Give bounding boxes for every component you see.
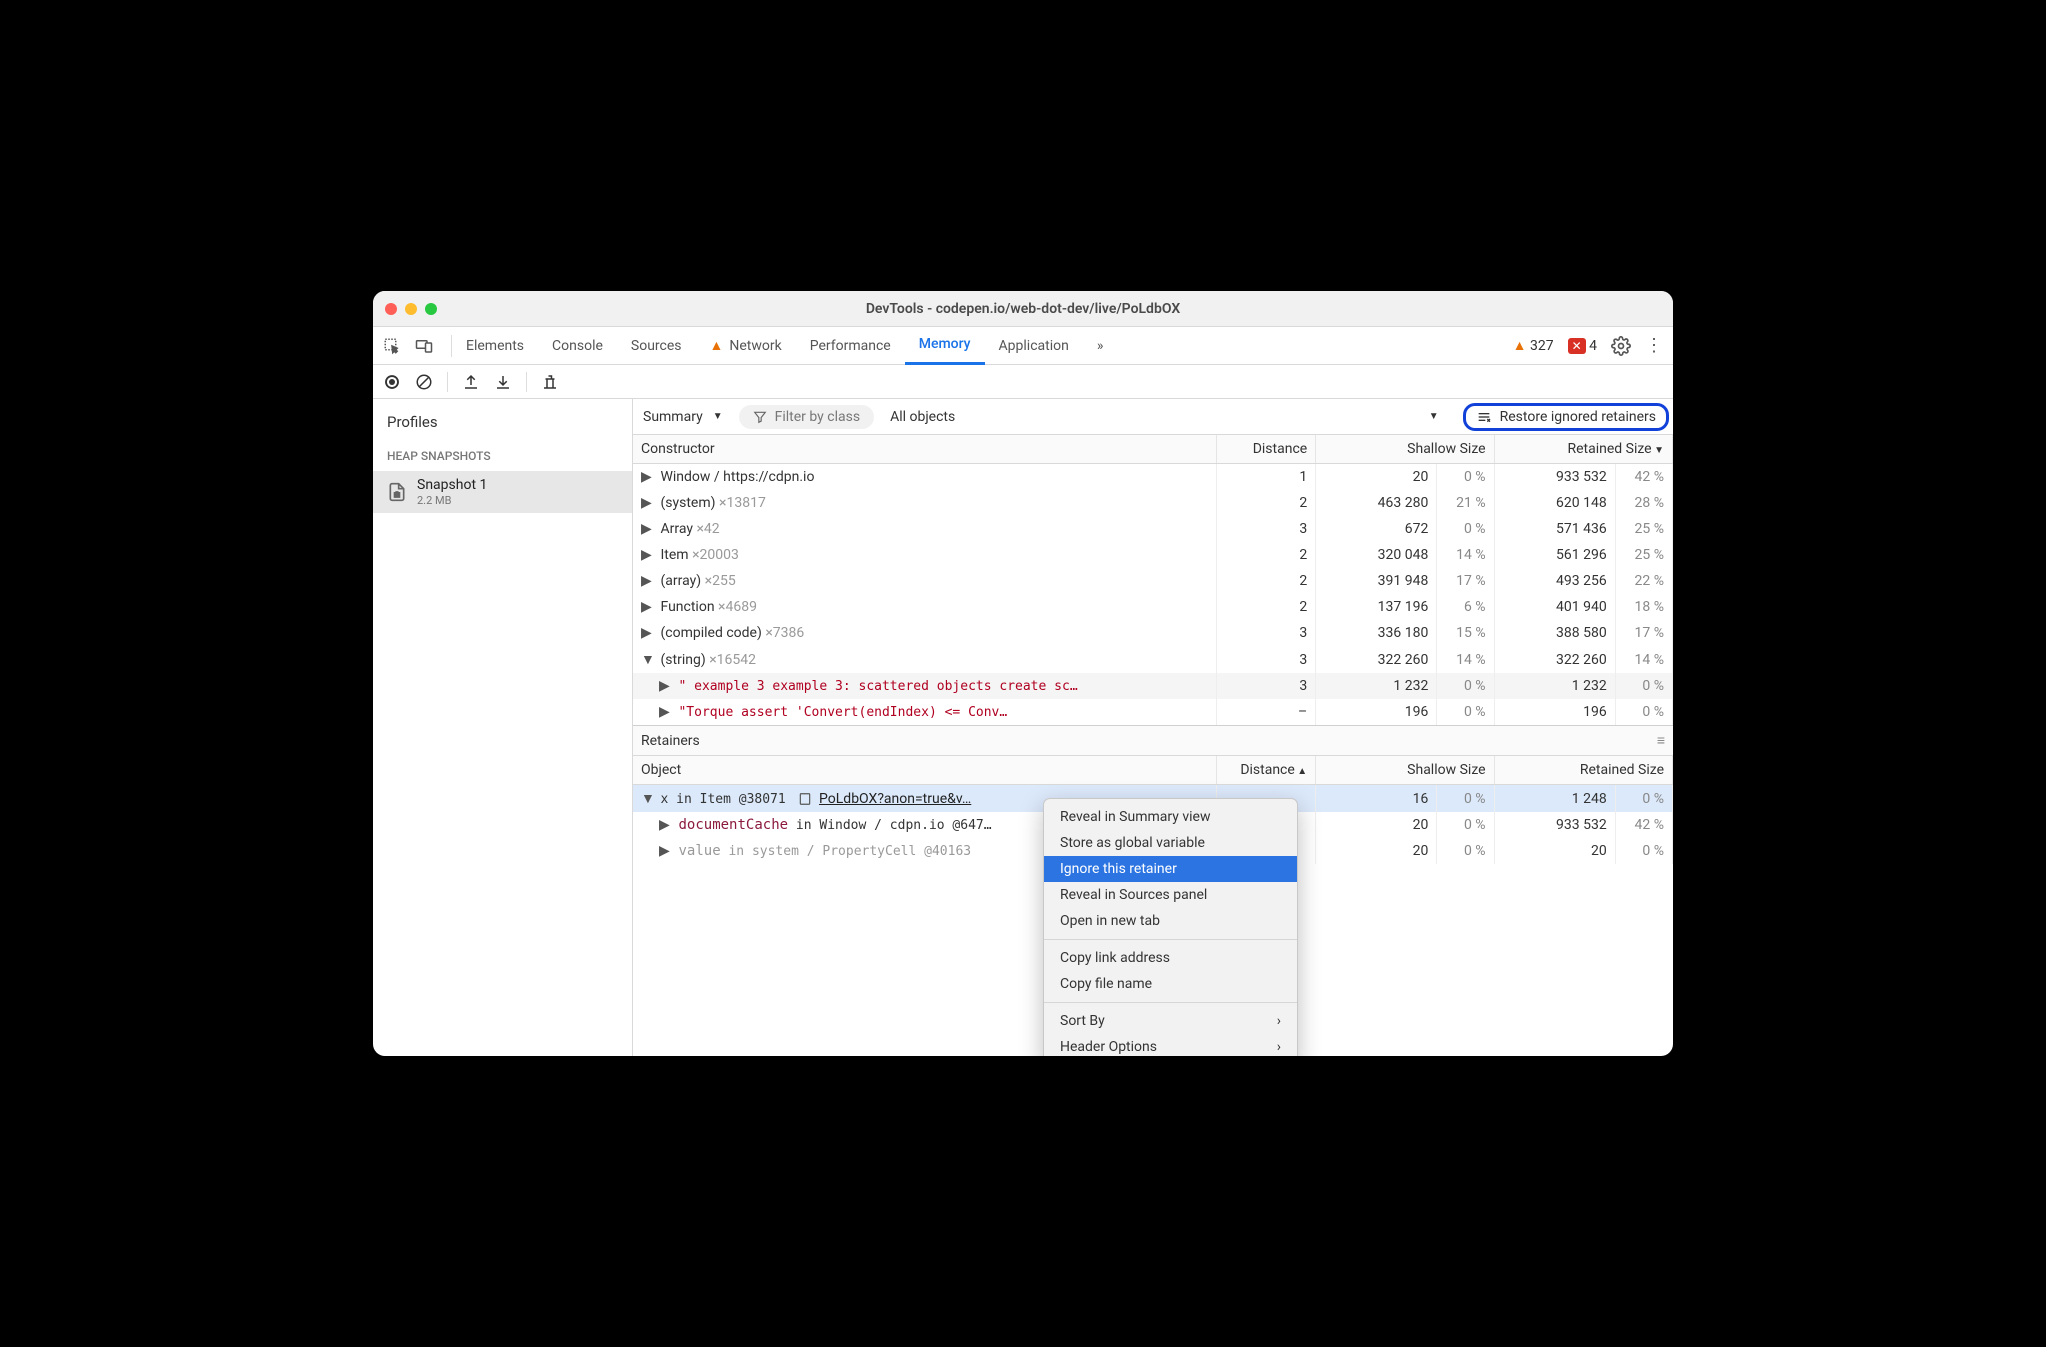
inspect-icon[interactable] bbox=[383, 337, 401, 355]
scope-chevron-icon[interactable]: ▼ bbox=[1429, 411, 1439, 422]
context-menu-item[interactable]: Reveal in Summary view bbox=[1044, 804, 1297, 830]
main-panel: Summary ▼ Filter by class All objects ▼ … bbox=[633, 399, 1673, 1056]
filter-icon bbox=[753, 410, 767, 424]
col-object-header[interactable]: Object bbox=[633, 756, 1217, 785]
save-profile-icon[interactable] bbox=[494, 373, 512, 391]
snapshot-name: Snapshot 1 bbox=[417, 477, 487, 494]
tab-elements[interactable]: Elements bbox=[452, 327, 538, 365]
table-row[interactable]: ▶ (system) ×138172463 28021 %620 14828 % bbox=[633, 490, 1673, 516]
minimize-light[interactable] bbox=[405, 303, 417, 315]
table-row[interactable]: ▶ Function ×46892137 1966 %401 94018 % bbox=[633, 594, 1673, 620]
tab-sources[interactable]: Sources bbox=[617, 327, 696, 365]
table-row[interactable]: ▼ (string) ×165423322 26014 %322 26014 % bbox=[633, 646, 1673, 673]
tab-application[interactable]: Application bbox=[985, 327, 1083, 365]
tab-performance[interactable]: Performance bbox=[796, 327, 905, 365]
zoom-light[interactable] bbox=[425, 303, 437, 315]
context-menu-item[interactable]: Ignore this retainer bbox=[1044, 856, 1297, 882]
table-row[interactable]: ▶ (array) ×2552391 94817 %493 25622 % bbox=[633, 568, 1673, 594]
context-menu-item[interactable]: Header Options› bbox=[1044, 1034, 1297, 1056]
context-menu-item[interactable]: Copy link address bbox=[1044, 945, 1297, 971]
record-icon[interactable] bbox=[383, 373, 401, 391]
warnings-indicator[interactable]: ▲ 327 bbox=[1513, 337, 1554, 354]
table-row[interactable]: ▶ Window / https://cdpn.io 1200 %933 532… bbox=[633, 464, 1673, 491]
heap-toolbar: Summary ▼ Filter by class All objects ▼ … bbox=[633, 399, 1673, 435]
col-constructor-header[interactable]: Constructor bbox=[633, 435, 1217, 464]
col-shallow-header[interactable]: Shallow Size bbox=[1316, 435, 1494, 464]
context-menu-item[interactable]: Reveal in Sources panel bbox=[1044, 882, 1297, 908]
tab-memory[interactable]: Memory bbox=[905, 327, 985, 365]
col-shallow-header-2[interactable]: Shallow Size bbox=[1316, 756, 1494, 785]
snapshot-icon bbox=[387, 482, 407, 502]
load-profile-icon[interactable] bbox=[462, 373, 480, 391]
heap-snapshots-label: HEAP SNAPSHOTS bbox=[373, 441, 632, 471]
col-retained-header-2[interactable]: Retained Size bbox=[1494, 756, 1672, 785]
col-distance-header[interactable]: Distance bbox=[1217, 435, 1316, 464]
memory-toolstrip bbox=[373, 365, 1673, 399]
context-menu-item[interactable]: Store as global variable bbox=[1044, 830, 1297, 856]
kebab-menu-icon[interactable]: ⋮ bbox=[1645, 335, 1663, 356]
filter-input[interactable]: Filter by class bbox=[739, 405, 874, 429]
main-tabstrip: ElementsConsoleSources▲NetworkPerformanc… bbox=[373, 327, 1673, 365]
tab-network[interactable]: ▲Network bbox=[696, 327, 796, 365]
context-menu-item[interactable]: Copy file name bbox=[1044, 971, 1297, 997]
constructors-table: Constructor Distance Shallow Size Retain… bbox=[633, 435, 1673, 725]
retainers-header: Retainers ≡ bbox=[633, 725, 1673, 756]
profiles-sidebar: Profiles HEAP SNAPSHOTS Snapshot 1 2.2 M… bbox=[373, 399, 633, 1056]
scope-dropdown[interactable]: All objects bbox=[890, 409, 955, 425]
table-row[interactable]: ▶ "Torque assert 'Convert(endIndex) <= C… bbox=[633, 699, 1673, 725]
table-row[interactable]: ▶ " example 3 example 3: scattered objec… bbox=[633, 673, 1673, 699]
snapshot-item[interactable]: Snapshot 1 2.2 MB bbox=[373, 471, 632, 513]
document-icon bbox=[798, 792, 812, 806]
table-row[interactable]: ▶ Array ×4236720 %571 43625 % bbox=[633, 516, 1673, 542]
delete-icon[interactable] bbox=[541, 373, 559, 391]
table-row[interactable]: ▶ Item ×200032320 04814 %561 29625 % bbox=[633, 542, 1673, 568]
context-menu-item[interactable]: Open in new tab bbox=[1044, 908, 1297, 934]
window-title: DevTools - codepen.io/web-dot-dev/live/P… bbox=[373, 301, 1673, 317]
tab-console[interactable]: Console bbox=[538, 327, 617, 365]
titlebar: DevTools - codepen.io/web-dot-dev/live/P… bbox=[373, 291, 1673, 327]
traffic-lights bbox=[385, 303, 437, 315]
close-light[interactable] bbox=[385, 303, 397, 315]
context-menu: Reveal in Summary viewStore as global va… bbox=[1043, 798, 1298, 1056]
more-tabs-button[interactable]: » bbox=[1083, 327, 1118, 365]
view-dropdown[interactable]: Summary ▼ bbox=[643, 409, 723, 425]
device-toolbar-icon[interactable] bbox=[415, 337, 433, 355]
warning-icon: ▲ bbox=[710, 337, 724, 354]
profiles-heading: Profiles bbox=[373, 409, 632, 441]
col-distance-header-2[interactable]: Distance bbox=[1217, 756, 1316, 785]
devtools-window: DevTools - codepen.io/web-dot-dev/live/P… bbox=[373, 291, 1673, 1056]
retainers-menu-icon[interactable]: ≡ bbox=[1657, 732, 1665, 749]
restore-ignored-retainers-button[interactable]: Restore ignored retainers bbox=[1463, 403, 1669, 431]
source-link[interactable]: PoLdbOX?anon=true&v… bbox=[819, 791, 971, 807]
errors-indicator[interactable]: ✕ 4 bbox=[1568, 338, 1597, 354]
context-menu-item[interactable]: Sort By› bbox=[1044, 1008, 1297, 1034]
snapshot-size: 2.2 MB bbox=[417, 494, 487, 507]
restore-icon bbox=[1476, 409, 1492, 425]
clear-icon[interactable] bbox=[415, 373, 433, 391]
table-row[interactable]: ▶ (compiled code) ×73863336 18015 %388 5… bbox=[633, 620, 1673, 646]
settings-icon[interactable] bbox=[1611, 336, 1631, 356]
col-retained-header[interactable]: Retained Size bbox=[1494, 435, 1672, 464]
